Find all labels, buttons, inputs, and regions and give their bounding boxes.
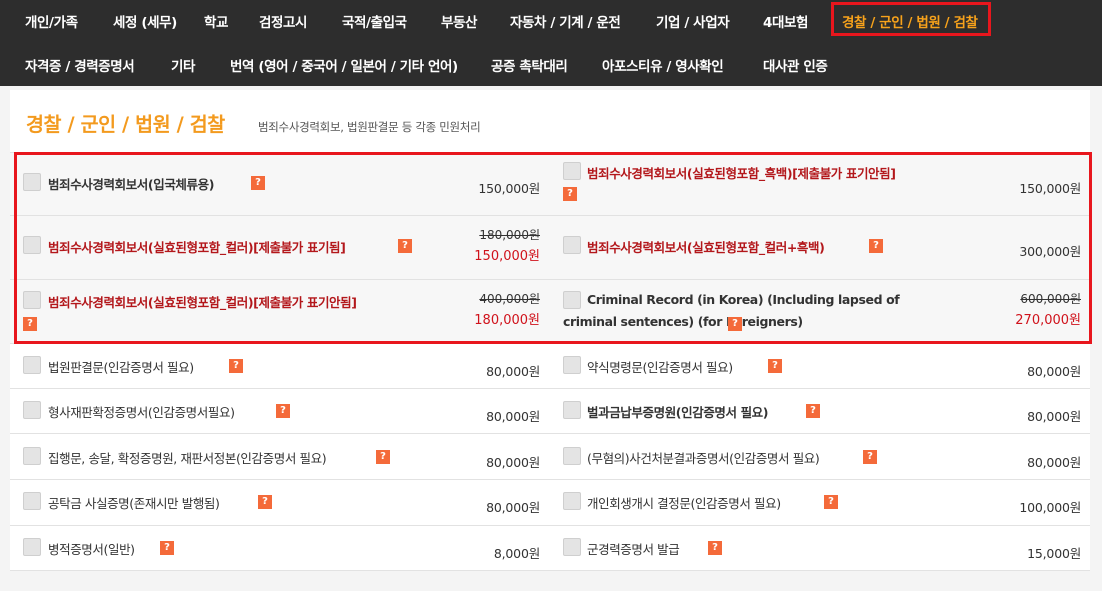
item-checkbox[interactable] (23, 291, 41, 309)
help-icon[interactable]: ? (563, 187, 577, 201)
nav-item-notary[interactable]: 공증 촉탁대리 (491, 55, 568, 75)
active-nav-highlight (831, 2, 991, 36)
help-icon[interactable]: ? (398, 239, 412, 253)
nav-item-tax[interactable]: 세정 (세무) (113, 11, 177, 31)
item-label: 범죄수사경력회보서(실효된형포함_흑백)[제출불가 표기안됨] (587, 166, 896, 181)
nav-item-apostille[interactable]: 아포스티유 / 영사확인 (602, 55, 724, 75)
help-icon[interactable]: ? (806, 404, 820, 418)
item-checkbox[interactable] (563, 162, 581, 180)
help-icon[interactable]: ? (229, 359, 243, 373)
item-price: 8,000원 (493, 546, 540, 561)
item-price: 80,000원 (1027, 409, 1081, 424)
nav-item-translation[interactable]: 번역 (영어 / 중국어 / 일본어 / 기타 언어) (230, 55, 458, 75)
item-original-price: 180,000원 (479, 228, 540, 242)
help-icon[interactable]: ? (708, 541, 722, 555)
item-label: 개인회생개시 결정문(인감증명서 필요) (587, 496, 781, 511)
item-checkbox[interactable] (23, 538, 41, 556)
page-footer-gap (0, 572, 1102, 591)
help-icon[interactable]: ? (251, 176, 265, 190)
item-label: 군경력증명서 발급 (587, 542, 680, 557)
help-icon[interactable]: ? (276, 404, 290, 418)
nav-item-four-insurances[interactable]: 4대보험 (763, 11, 808, 31)
item-sale-price: 270,000원 (1015, 313, 1081, 328)
item-label: 약식명령문(인감증명서 필요) (587, 360, 733, 375)
nav-item-vehicle[interactable]: 자동차 / 기계 / 운전 (510, 11, 621, 31)
help-icon[interactable]: ? (258, 495, 272, 509)
item-price: 300,000원 (1019, 244, 1081, 259)
item-checkbox[interactable] (23, 356, 41, 374)
item-checkbox[interactable] (563, 356, 581, 374)
item-price: 15,000원 (1027, 546, 1081, 561)
item-sale-price: 180,000원 (474, 313, 540, 328)
help-icon[interactable]: ? (160, 541, 174, 555)
help-icon[interactable]: ? (728, 317, 742, 331)
item-original-price: 400,000원 (479, 292, 540, 306)
item-checkbox[interactable] (563, 492, 581, 510)
nav-item-personal-family[interactable]: 개인/가족 (25, 11, 78, 31)
item-checkbox[interactable] (23, 401, 41, 419)
item-price: 80,000원 (486, 500, 540, 515)
item-label: 병적증명서(일반) (48, 542, 135, 557)
item-price: 150,000원 (1019, 181, 1081, 196)
item-label: 공탁금 사실증명(존재시만 발행됨) (48, 496, 220, 511)
section-title: 경찰 / 군인 / 법원 / 검찰 (26, 113, 225, 136)
help-icon[interactable]: ? (863, 450, 877, 464)
help-icon[interactable]: ? (768, 359, 782, 373)
item-label: 범죄수사경력회보서(실효된형포함_컬러+흑백) (587, 240, 825, 255)
item-price: 80,000원 (486, 364, 540, 379)
item-price: 150,000원 (478, 181, 540, 196)
item-price: 80,000원 (486, 409, 540, 424)
item-checkbox[interactable] (563, 447, 581, 465)
nav-item-etc[interactable]: 기타 (171, 55, 195, 75)
top-navigation: 개인/가족 세정 (세무) 학교 검정고시 국적/출입국 부동산 자동차 / 기… (0, 0, 1102, 86)
item-checkbox[interactable] (563, 401, 581, 419)
item-checkbox[interactable] (23, 447, 41, 465)
item-label: 벌과금납부증명원(인감증명서 필요) (587, 405, 769, 420)
item-label: 형사재판확정증명서(인감증명서필요) (48, 405, 235, 420)
nav-item-school[interactable]: 학교 (204, 11, 228, 31)
item-label: 범죄수사경력회보서(실효된형포함_컬러)[제출불가 표기됨] (48, 240, 346, 255)
help-icon[interactable]: ? (869, 239, 883, 253)
item-checkbox[interactable] (563, 538, 581, 556)
item-label: 범죄수사경력회보서(입국체류용) (48, 177, 215, 192)
item-sale-price: 150,000원 (474, 249, 540, 264)
nav-item-embassy[interactable]: 대사관 인증 (763, 55, 828, 75)
item-price: 80,000원 (1027, 455, 1081, 470)
item-checkbox[interactable] (563, 236, 581, 254)
help-icon[interactable]: ? (824, 495, 838, 509)
nav-item-nationality-immigration[interactable]: 국적/출입국 (342, 11, 407, 31)
item-checkbox[interactable] (23, 236, 41, 254)
item-original-price: 600,000원 (1020, 292, 1081, 306)
item-label: 법원판결문(인감증명서 필요) (48, 360, 194, 375)
item-price: 80,000원 (486, 455, 540, 470)
nav-item-certificates[interactable]: 자격증 / 경력증명서 (25, 55, 135, 75)
item-price: 80,000원 (1027, 364, 1081, 379)
help-icon[interactable]: ? (376, 450, 390, 464)
item-checkbox[interactable] (23, 173, 41, 191)
nav-item-real-estate[interactable]: 부동산 (441, 11, 477, 31)
item-label: 집행문, 송달, 확정증명원, 재판서정본(인감증명서 필요) (48, 451, 327, 466)
nav-item-qualification-exam[interactable]: 검정고시 (259, 11, 307, 31)
item-label: (무혐의)사건처분결과증명서(인감증명서 필요) (587, 451, 820, 466)
section-subtitle: 범죄수사경력회보, 법원판결문 등 각종 민원처리 (258, 120, 481, 134)
item-price: 100,000원 (1019, 500, 1081, 515)
nav-item-business[interactable]: 기업 / 사업자 (656, 11, 730, 31)
item-checkbox[interactable] (23, 492, 41, 510)
item-label: Criminal Record (in Korea) (Including la… (563, 292, 900, 329)
help-icon[interactable]: ? (23, 317, 37, 331)
item-label: 범죄수사경력회보서(실효된형포함_컬러)[제출불가 표기안됨] (48, 295, 357, 310)
